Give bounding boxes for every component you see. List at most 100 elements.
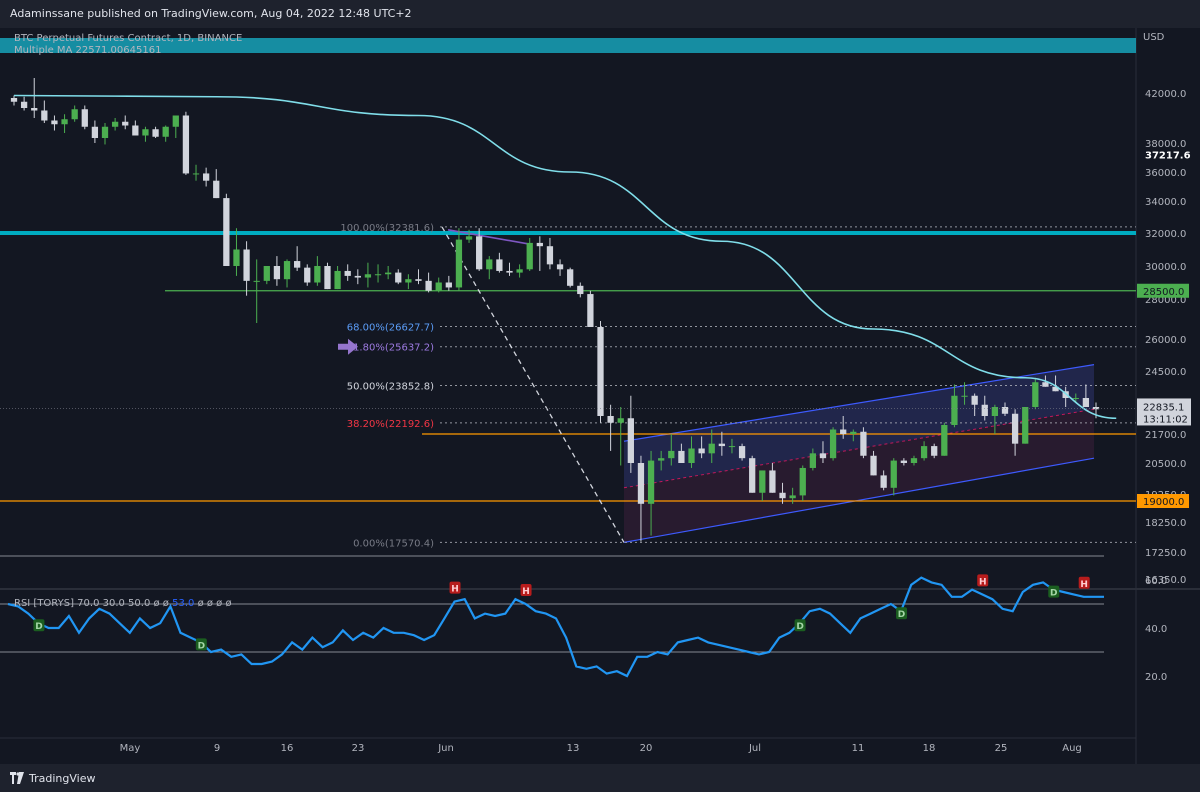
candle-body-62 [637, 463, 645, 504]
rsi-marker-3: H [522, 587, 530, 597]
rsi-marker-7: D [1050, 589, 1057, 599]
candle-body-80 [819, 453, 827, 459]
fib-label-5: 0.00%(17570.4) [353, 538, 434, 549]
rsi-marker-0: D [35, 622, 42, 632]
price-label-0: 37217.6 [1145, 150, 1191, 161]
candle-body-85 [870, 455, 877, 476]
rsi-params: 70.0 30.0 50.0 ø ø [77, 598, 169, 609]
candle-body-61 [627, 418, 634, 463]
candle-body-68 [698, 448, 705, 454]
candle-body-27 [283, 261, 291, 280]
time-tick-1: 9 [214, 743, 220, 754]
candle-body-20 [213, 180, 220, 199]
candle-body-95 [971, 395, 978, 405]
time-tick-10: 25 [995, 743, 1008, 754]
candle-body-29 [304, 267, 311, 283]
candle-body-47 [486, 259, 493, 270]
candle-body-102 [1042, 382, 1049, 387]
time-tick-6: 20 [640, 743, 653, 754]
candle-body-15 [162, 126, 169, 137]
candle-body-40 [415, 279, 422, 281]
rsi-marker-2: H [451, 585, 459, 595]
price-label-1: 22835.1 [1143, 402, 1184, 413]
candle-body-65 [668, 450, 675, 459]
candle-body-76 [779, 492, 786, 499]
candle-body-54 [556, 264, 564, 270]
candle-body-92 [941, 425, 948, 456]
candle-body-93 [951, 395, 958, 425]
candle-body-36 [374, 274, 382, 276]
candle-body-42 [435, 282, 442, 291]
rsi-marker-6: H [979, 577, 987, 587]
candle-body-7 [81, 109, 88, 127]
candle-body-55 [567, 269, 574, 286]
candle-body-53 [546, 246, 554, 265]
time-tick-2: 16 [281, 743, 294, 754]
footer: TradingView [0, 764, 1200, 792]
candle-body-105 [1072, 398, 1079, 399]
price-tick-1: 38000.0 [1145, 139, 1186, 150]
candle-body-57 [587, 294, 594, 327]
rsi-marker-4: D [796, 622, 803, 632]
candle-body-3 [41, 110, 48, 121]
candle-body-100 [1022, 407, 1029, 444]
candle-body-43 [445, 282, 452, 288]
price-tick-9: 21700.0 [1145, 430, 1186, 441]
rsi-tick-1: 40.0 [1145, 624, 1167, 635]
price-tick-4: 32000.0 [1145, 229, 1186, 240]
candle-body-4 [51, 120, 58, 125]
rsi-marker-5: D [898, 610, 905, 620]
price-tick-12: 18250.0 [1145, 518, 1186, 529]
candle-body-83 [850, 431, 857, 434]
candle-body-60 [617, 418, 624, 423]
rsi-tick-2: 20.0 [1145, 672, 1167, 683]
candle-body-96 [981, 404, 988, 416]
level-label-1: 28500.0 [1143, 287, 1184, 298]
candle-body-66 [678, 450, 685, 463]
candle-body-35 [364, 274, 372, 278]
candle-body-49 [506, 270, 513, 273]
rsi-marker-1: D [198, 641, 205, 651]
fib-label-2: 61.80%(25637.2) [347, 343, 434, 354]
time-tick-3: 23 [352, 743, 365, 754]
candle-body-9 [101, 126, 109, 138]
price-axis-label: USD [1143, 32, 1165, 43]
rsi-value: 53.0 [172, 598, 195, 609]
candle-body-12 [132, 125, 139, 136]
candle-body-32 [334, 270, 341, 290]
time-tick-5: 13 [567, 743, 580, 754]
candle-body-88 [900, 460, 908, 463]
candle-body-26 [273, 266, 281, 280]
candle-body-70 [718, 443, 725, 447]
tradingview-logo-icon [10, 772, 24, 784]
time-tick-0: May [120, 743, 141, 754]
time-tick-7: Jul [748, 743, 761, 754]
candle-body-21 [223, 198, 230, 266]
candle-body-101 [1032, 382, 1039, 407]
candle-body-94 [961, 395, 968, 397]
candle-body-37 [385, 272, 392, 275]
time-tick-11: Aug [1062, 743, 1082, 754]
candle-body-50 [516, 269, 523, 273]
rsi-tail: ø ø ø ø [197, 598, 232, 609]
candle-body-0 [10, 98, 18, 102]
candle-body-73 [749, 458, 756, 493]
rsi-title[interactable]: RSI [TORYS] [14, 598, 74, 609]
candle-body-31 [324, 266, 331, 290]
candle-body-82 [840, 429, 847, 434]
brand-text: TradingView [29, 772, 96, 785]
candle-body-81 [829, 429, 837, 459]
symbol-title[interactable]: BTC Perpetual Futures Contract, 1D, BINA… [14, 33, 242, 45]
candle-body-19 [202, 173, 210, 181]
candle-body-8 [91, 126, 99, 138]
chart-canvas[interactable]: 42000.0 38000.0 36000.0 34000.0 32000.0 30000… [0, 28, 1200, 764]
candle-body-79 [809, 453, 816, 468]
candle-body-30 [314, 266, 321, 283]
candle-body-86 [880, 475, 887, 488]
ma-legend[interactable]: Multiple MA 22571.00645161 [14, 45, 242, 57]
time-tick-9: 18 [923, 743, 936, 754]
price-tick-10: 20500.0 [1145, 459, 1186, 470]
candle-body-106 [1082, 398, 1090, 407]
candle-body-99 [1011, 413, 1019, 444]
price-tick-7: 26000.0 [1145, 335, 1186, 346]
